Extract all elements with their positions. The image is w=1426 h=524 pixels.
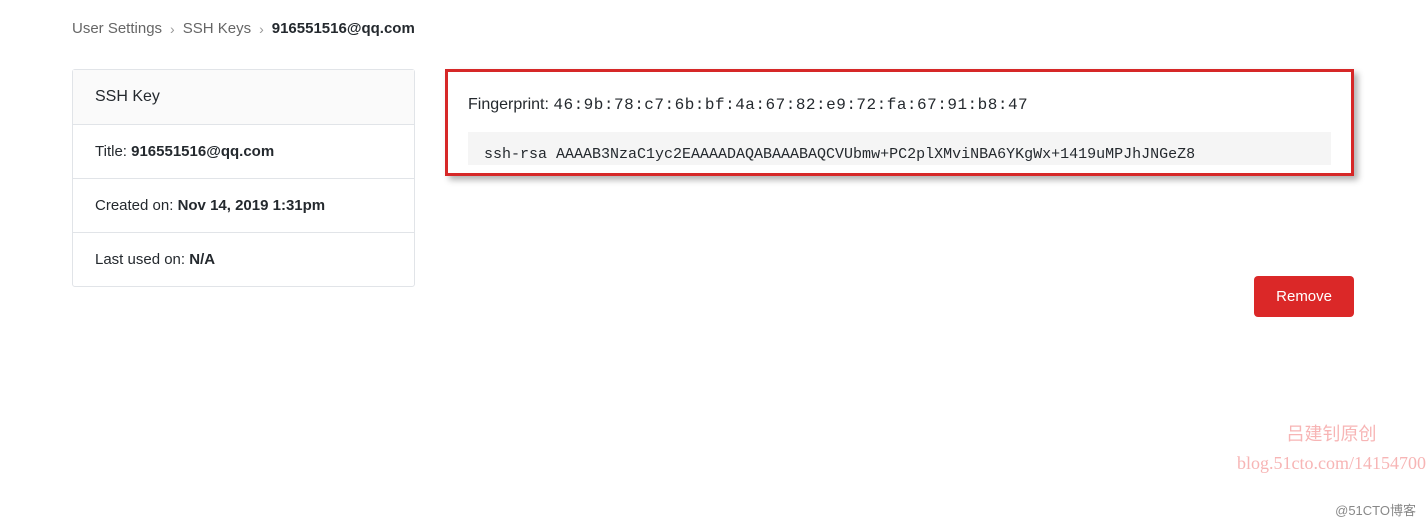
watermark-author: 吕建钊原创 blog.51cto.com/14154700 <box>1237 420 1426 478</box>
detail-row-title: Title: 916551516@qq.com <box>73 125 414 179</box>
detail-row-created: Created on: Nov 14, 2019 1:31pm <box>73 179 414 233</box>
highlighted-key-box: Fingerprint: 46:9b:78:c7:6b:bf:4a:67:82:… <box>445 69 1354 176</box>
fingerprint-value: 46:9b:78:c7:6b:bf:4a:67:82:e9:72:fa:67:9… <box>553 96 1028 114</box>
detail-row-last-used: Last used on: N/A <box>73 233 414 286</box>
detail-label: Last used on: <box>95 251 189 268</box>
detail-value: 916551516@qq.com <box>131 143 274 160</box>
panel-header: SSH Key <box>73 70 414 125</box>
chevron-right-icon: › <box>170 21 175 37</box>
breadcrumb-ssh-keys[interactable]: SSH Keys <box>183 20 251 37</box>
fingerprint-label: Fingerprint: <box>468 96 553 113</box>
ssh-key-text[interactable]: ssh-rsa AAAAB3NzaC1yc2EAAAADAQABAAABAQCV… <box>468 132 1331 165</box>
detail-value: N/A <box>189 251 215 268</box>
fingerprint-line: Fingerprint: 46:9b:78:c7:6b:bf:4a:67:82:… <box>468 96 1331 114</box>
ssh-key-details-panel: SSH Key Title: 916551516@qq.com Created … <box>72 69 415 287</box>
remove-button[interactable]: Remove <box>1254 276 1354 317</box>
watermark-line2: blog.51cto.com/14154700 <box>1237 449 1426 478</box>
watermark-line1: 吕建钊原创 <box>1237 420 1426 449</box>
breadcrumb: User Settings › SSH Keys › 916551516@qq.… <box>72 20 1354 37</box>
ssh-key-content: Fingerprint: 46:9b:78:c7:6b:bf:4a:67:82:… <box>445 69 1354 317</box>
detail-label: Created on: <box>95 197 178 214</box>
watermark-footer: @51CTO博客 <box>1335 500 1416 519</box>
chevron-right-icon: › <box>259 21 264 37</box>
breadcrumb-current: 916551516@qq.com <box>272 20 415 37</box>
detail-value: Nov 14, 2019 1:31pm <box>178 197 326 214</box>
detail-label: Title: <box>95 143 131 160</box>
breadcrumb-user-settings[interactable]: User Settings <box>72 20 162 37</box>
